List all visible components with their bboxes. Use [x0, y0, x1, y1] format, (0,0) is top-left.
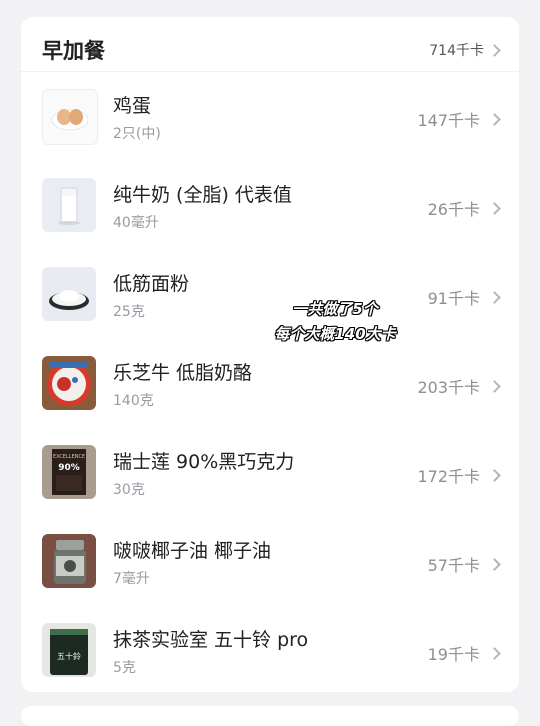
- food-kcal-label: 19千卡: [427, 645, 480, 664]
- next-meal-card: [21, 706, 519, 726]
- handwritten-annotation: 一共做了5个 每个大概140大卡: [250, 297, 420, 347]
- food-kcal: 91千卡: [427, 285, 501, 309]
- food-amount: 40毫升: [113, 215, 159, 231]
- food-row-milk[interactable]: 纯牛奶 (全脂) 代表值 40毫升 26千卡: [21, 162, 519, 251]
- food-kcal-label: 147千卡: [417, 111, 480, 130]
- food-row-matcha[interactable]: 五十鈴 抹茶实验室 五十铃 pro 5克 19千卡: [21, 607, 519, 696]
- chevron-right-icon: [488, 557, 501, 571]
- food-amount: 2只(中): [113, 126, 161, 142]
- food-name: 低筋面粉: [113, 273, 190, 295]
- food-row-chocolate[interactable]: EXCELLENCE 90% 瑞士莲 90%黑巧克力 30克 172千卡: [21, 429, 519, 518]
- matcha-label-text: 五十鈴: [57, 651, 81, 661]
- food-amount: 7毫升: [113, 571, 150, 587]
- chocolate-brand-text: EXCELLENCE: [53, 454, 85, 460]
- food-row-coconut-oil[interactable]: 啵啵椰子油 椰子油 7毫升 57千卡: [21, 518, 519, 607]
- food-kcal: 147千卡: [417, 107, 501, 131]
- food-name: 瑞士莲 90%黑巧克力: [113, 451, 295, 473]
- food-kcal-label: 203千卡: [417, 378, 480, 397]
- food-amount: 140克: [113, 393, 154, 409]
- food-amount: 25克: [113, 304, 145, 320]
- meal-total[interactable]: 714千卡: [429, 40, 501, 60]
- food-row-cheese[interactable]: 乐芝牛 低脂奶酪 140克 203千卡: [21, 340, 519, 429]
- coconut-oil-photo-icon: [42, 534, 96, 588]
- food-kcal: 19千卡: [427, 641, 501, 665]
- chevron-right-icon: [488, 290, 501, 304]
- chevron-right-icon: [488, 468, 501, 482]
- chevron-right-icon: [488, 112, 501, 126]
- chevron-right-icon: [488, 201, 501, 215]
- food-row-egg[interactable]: 鸡蛋 2只(中) 147千卡: [21, 73, 519, 162]
- chevron-right-icon: [488, 646, 501, 660]
- food-kcal-label: 172千卡: [417, 467, 480, 486]
- food-kcal-label: 26千卡: [427, 200, 480, 219]
- food-kcal: 26千卡: [427, 196, 501, 220]
- food-name: 啵啵椰子油 椰子油: [113, 540, 272, 562]
- annotation-line-1: 一共做了5个: [292, 300, 378, 318]
- annotation-line-2: 每个大概140大卡: [274, 325, 396, 343]
- food-amount: 30克: [113, 482, 145, 498]
- meal-title: 早加餐: [42, 39, 105, 63]
- milk-photo-icon: [42, 178, 96, 232]
- food-name: 纯牛奶 (全脂) 代表值: [113, 184, 292, 206]
- meal-card: 早加餐 714千卡 鸡蛋 2只(中) 147千卡 纯牛奶 (全脂) 代表值 40…: [21, 17, 519, 692]
- food-amount: 5克: [113, 660, 136, 676]
- flour-photo-icon: [42, 267, 96, 321]
- food-kcal: 172千卡: [417, 463, 501, 487]
- meal-total-label: 714千卡: [429, 43, 484, 59]
- food-kcal-label: 91千卡: [427, 289, 480, 308]
- food-kcal-label: 57千卡: [427, 556, 480, 575]
- food-kcal: 57千卡: [427, 552, 501, 576]
- meal-header[interactable]: 早加餐 714千卡: [21, 17, 519, 72]
- matcha-photo-icon: 五十鈴: [42, 623, 96, 677]
- food-kcal: 203千卡: [417, 374, 501, 398]
- food-name: 抹茶实验室 五十铃 pro: [113, 629, 309, 651]
- food-name: 鸡蛋: [113, 95, 152, 117]
- food-name: 乐芝牛 低脂奶酪: [113, 362, 253, 384]
- chocolate-photo-icon: EXCELLENCE 90%: [42, 445, 96, 499]
- chevron-right-icon: [488, 379, 501, 393]
- cheese-photo-icon: [42, 356, 96, 410]
- chevron-right-icon: [488, 43, 501, 57]
- egg-photo-icon: [42, 89, 98, 145]
- chocolate-percent-text: 90%: [58, 463, 80, 473]
